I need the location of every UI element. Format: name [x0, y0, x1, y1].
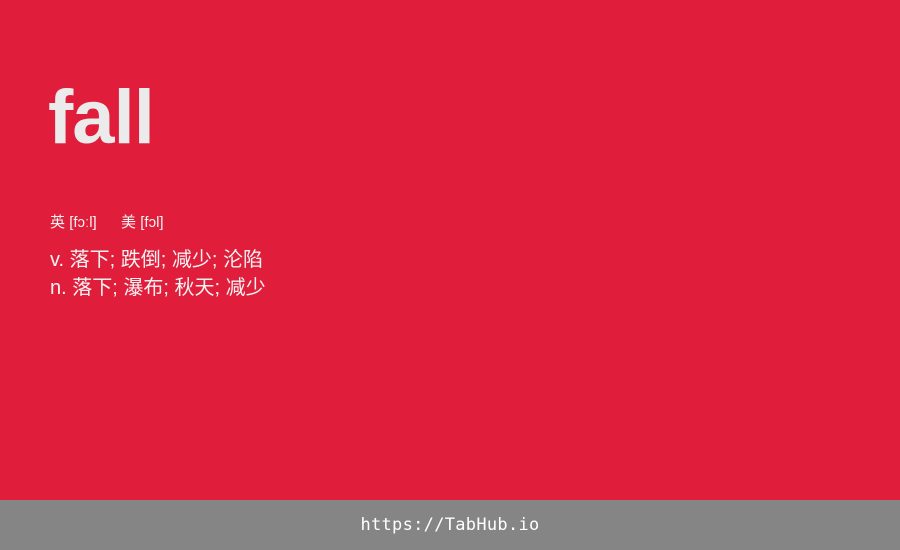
part-of-speech: v. [50, 249, 65, 271]
part-of-speech: n. [50, 277, 67, 299]
word-title: fall [48, 75, 155, 160]
tabhub-link[interactable]: https://TabHub.io [360, 515, 539, 535]
uk-ipa: [fɔːl] [69, 214, 97, 231]
uk-label: 英 [50, 214, 66, 231]
word-card: fall 英 [fɔːl] 美 [fɔl] v. 落下; 跌倒; 减少; 沦陷 … [0, 0, 900, 500]
us-label: 美 [121, 214, 137, 231]
phonetics-row: 英 [fɔːl] 美 [fɔl] [50, 213, 164, 233]
definitions-list: v. 落下; 跌倒; 减少; 沦陷 n. 落下; 瀑布; 秋天; 减少 [50, 246, 266, 302]
definition-text: 落下; 跌倒; 减少; 沦陷 [69, 249, 263, 271]
definition-text: 落下; 瀑布; 秋天; 减少 [72, 277, 266, 299]
definition-line-noun: n. 落下; 瀑布; 秋天; 减少 [50, 274, 266, 302]
definition-line-verb: v. 落下; 跌倒; 减少; 沦陷 [50, 246, 266, 274]
us-ipa: [fɔl] [140, 214, 164, 231]
footer-bar: https://TabHub.io [0, 500, 900, 550]
